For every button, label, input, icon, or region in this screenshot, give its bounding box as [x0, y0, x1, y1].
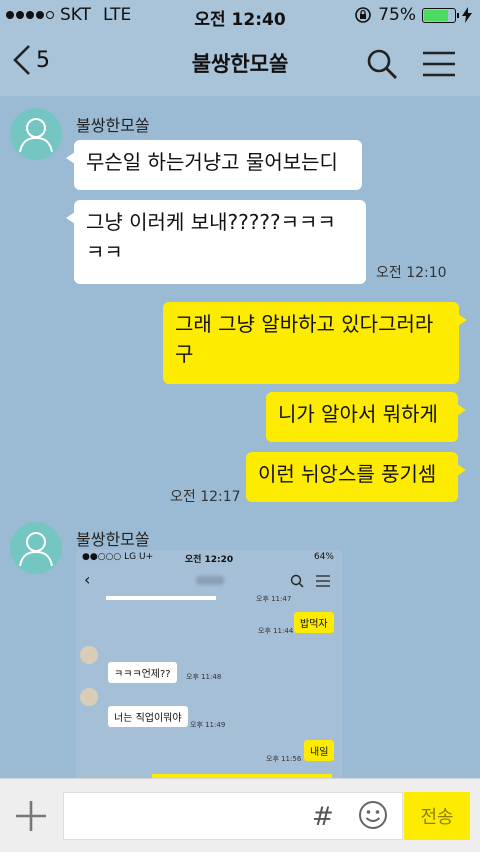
plus-icon — [16, 801, 46, 831]
message-bubble[interactable]: 그냥 이러케 보내?????ㅋㅋㅋ ㅋㅋ — [66, 200, 366, 284]
image-my-message: 내일 — [304, 740, 335, 761]
message-time: 오전 12:17 — [170, 489, 241, 505]
attach-button[interactable] — [14, 799, 48, 837]
my-message-bubble[interactable]: 이런 뉘앙스를 풍기셈 — [246, 452, 466, 502]
message-input[interactable] — [63, 792, 403, 840]
charging-icon — [462, 7, 472, 23]
status-bar: SKT LTE 오전 12:40 75% — [0, 0, 480, 30]
message-text: ㅋㅋ — [86, 240, 123, 264]
chat-header: 5 불쌍한모쏠 — [0, 30, 480, 96]
image-my-message: 밥먹자 — [294, 612, 334, 633]
image-avatar — [80, 688, 98, 706]
image-blurred-title — [196, 576, 224, 585]
shared-image[interactable]: ●●○○○ LG U+ 오전 12:20 64% ‹ 오후 11:47 밥먹자 … — [76, 550, 342, 780]
battery-percent: 75% — [378, 5, 416, 25]
chat-title: 불쌍한모쏠 — [191, 52, 289, 76]
default-profile-icon — [19, 118, 53, 153]
sender-name: 불쌍한모쏠 — [76, 530, 150, 549]
message-text: 무슨일 하는거냥고 물어보는디 — [86, 150, 338, 174]
chat-area[interactable]: 불쌍한모쏠 무슨일 하는거냥고 물어보는디 그냥 이러케 보내?????ㅋㅋㅋ … — [0, 96, 480, 780]
image-time: 오후 11:48 — [186, 673, 222, 681]
emoji-icon — [359, 801, 387, 829]
avatar[interactable] — [10, 522, 62, 574]
message-text: 그냥 이러케 보내?????ㅋㅋㅋ — [86, 210, 336, 234]
my-message-bubble[interactable]: 그래 그냥 알바하고 있다그러라 구 — [163, 302, 467, 384]
search-icon — [367, 49, 397, 79]
image-message: 너는 직업이뭐야 — [108, 706, 188, 727]
message-text: 이런 뉘앙스를 풍기셈 — [258, 462, 437, 486]
emoji-button[interactable] — [358, 800, 388, 834]
image-back-icon: ‹ — [84, 570, 91, 589]
image-time: 오후 11:49 — [190, 721, 226, 729]
image-status-bar: ●●○○○ LG U+ 오전 12:20 64% — [76, 550, 342, 566]
orientation-lock-icon — [355, 7, 372, 23]
image-message: ㅋㅋㅋ언제?? — [108, 662, 177, 683]
hashtag-button[interactable]: # — [312, 802, 334, 832]
image-time: 오후 11:56 — [266, 755, 302, 763]
message-time: 오전 12:10 — [376, 265, 447, 281]
avatar[interactable] — [10, 108, 62, 160]
hamburger-icon — [423, 51, 455, 77]
sender-name: 불쌍한모쏠 — [76, 116, 150, 135]
send-button[interactable]: 전송 — [404, 792, 470, 840]
image-avatar — [80, 646, 98, 664]
message-text: 그래 그냥 알바하고 있다그러라 — [175, 312, 434, 336]
menu-button[interactable] — [422, 50, 456, 82]
image-status-time: 오전 12:20 — [184, 555, 234, 565]
battery-icon — [422, 7, 459, 23]
image-time: 오후 11:44 — [258, 627, 294, 635]
input-bar: # 전송 — [0, 778, 480, 852]
image-time: 오후 11:47 — [256, 595, 292, 603]
image-battery: 64% — [313, 552, 334, 562]
message-text: 니가 알아서 뭐하게 — [278, 402, 438, 426]
message-bubble[interactable]: 무슨일 하는거냥고 물어보는디 — [66, 140, 362, 190]
image-menu-icon — [316, 575, 330, 587]
my-message-bubble[interactable]: 니가 알아서 뭐하게 — [266, 392, 466, 442]
default-profile-icon — [19, 532, 53, 567]
image-nav: ‹ — [76, 566, 342, 596]
message-text: 구 — [175, 342, 194, 366]
search-button[interactable] — [366, 48, 398, 84]
image-search-icon — [290, 574, 304, 588]
